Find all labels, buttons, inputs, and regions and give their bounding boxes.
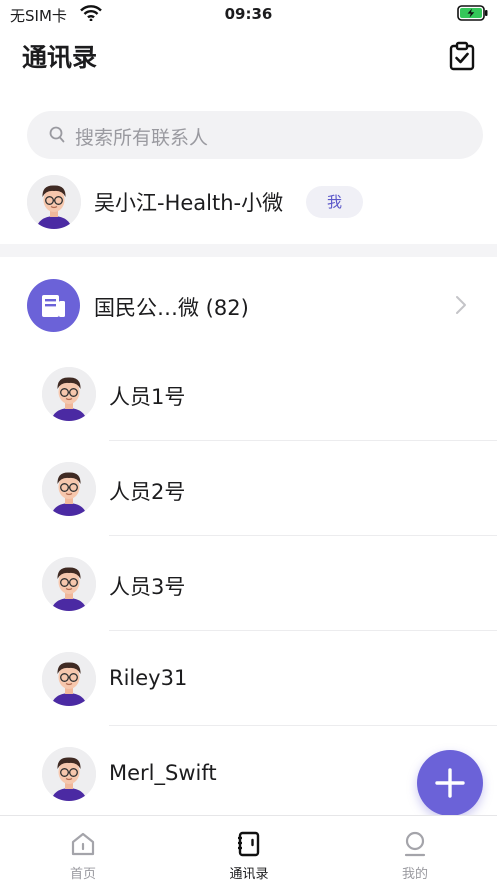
my-name: 吴小江-Health-小微: [94, 191, 284, 215]
search-icon: [49, 126, 65, 148]
list-item[interactable]: Riley31: [0, 631, 497, 726]
page-title: 通讯录: [22, 43, 98, 72]
organization-icon: [27, 279, 80, 332]
status-time: 09:36: [224, 5, 273, 23]
search-placeholder: 搜索所有联系人: [75, 127, 209, 149]
avatar: [27, 175, 81, 229]
section-divider: [0, 244, 497, 257]
tab-label: 我的: [401, 867, 428, 882]
contact-name: 人员1号: [109, 385, 186, 409]
avatar: [42, 557, 96, 611]
tab-bar: 首页 通讯录 我的: [0, 815, 497, 884]
battery-charging-icon: [457, 5, 489, 25]
me-badge: 我: [306, 186, 363, 218]
tab-contacts[interactable]: 通讯录: [166, 816, 332, 884]
avatar: [42, 747, 96, 801]
search-input[interactable]: 搜索所有联系人: [27, 111, 483, 159]
avatar: [42, 367, 96, 421]
tab-mine[interactable]: 我的: [332, 816, 497, 884]
contacts-book-icon: [238, 831, 260, 857]
status-bar: 无SIM卡 09:36: [0, 0, 497, 30]
add-button[interactable]: [417, 750, 483, 816]
clipboard-check-icon[interactable]: [446, 40, 478, 72]
contact-name: Riley31: [109, 666, 188, 690]
organization-row[interactable]: 国民公…微 (82): [0, 278, 497, 334]
home-icon: [71, 832, 95, 856]
list-item[interactable]: 人员3号: [0, 536, 497, 631]
my-profile-row[interactable]: 吴小江-Health-小微 我: [0, 174, 497, 230]
tab-home[interactable]: 首页: [0, 816, 166, 884]
organization-name: 国民公…微 (82): [94, 296, 249, 320]
list-item[interactable]: 人员1号: [0, 346, 497, 441]
avatar: [42, 462, 96, 516]
list-item[interactable]: 人员2号: [0, 441, 497, 536]
contact-name: Merl_Swift: [109, 761, 217, 785]
profile-icon: [404, 831, 426, 857]
contact-name: 人员3号: [109, 575, 186, 599]
chevron-right-icon: [455, 295, 467, 319]
tab-label: 首页: [69, 867, 96, 882]
tab-label: 通讯录: [229, 867, 269, 882]
avatar: [42, 652, 96, 706]
contact-name: 人员2号: [109, 480, 186, 504]
